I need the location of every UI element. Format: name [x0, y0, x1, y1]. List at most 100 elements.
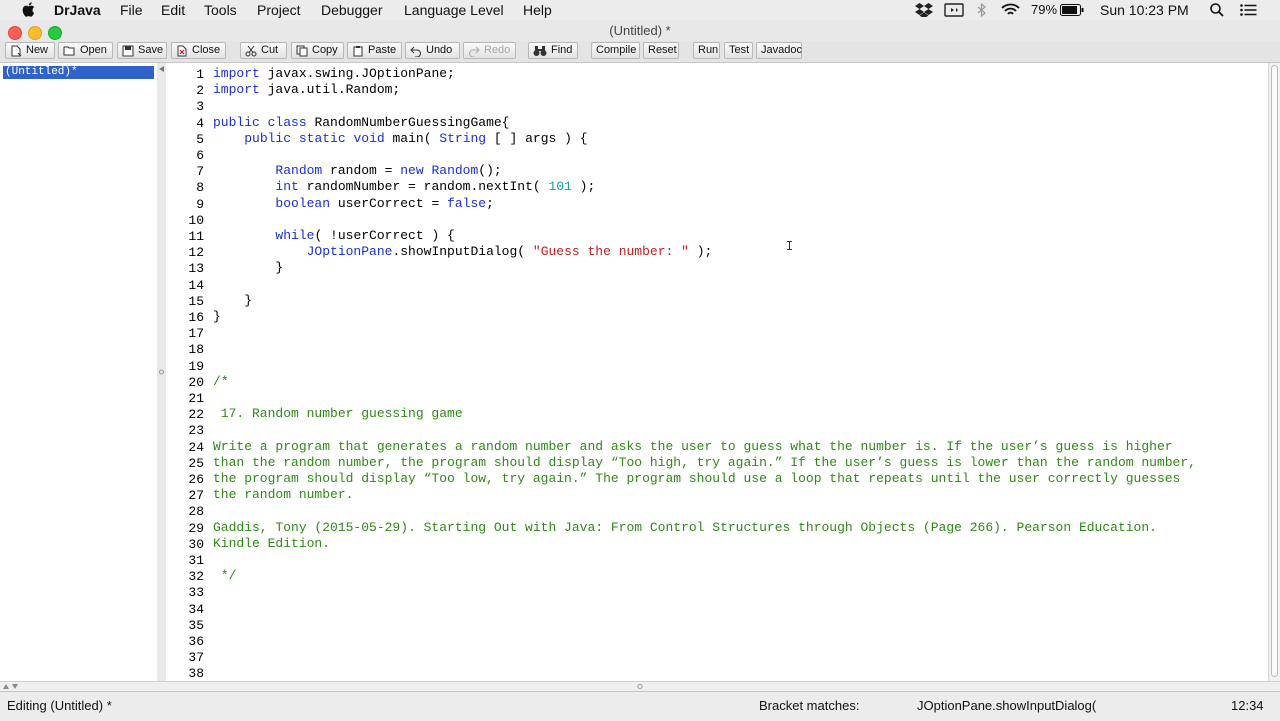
line-number: 33 — [188, 585, 204, 601]
code-line-20: /* — [213, 373, 229, 389]
cursor-position: 12:34 — [1231, 698, 1264, 713]
redo-button[interactable]: Redo — [463, 42, 516, 59]
vertical-scrollbar[interactable] — [1268, 63, 1280, 681]
apple-icon[interactable] — [22, 2, 35, 17]
window-title: (Untitled) * — [609, 23, 671, 38]
line-number: 22 — [188, 407, 204, 423]
code-token: Random — [275, 163, 323, 179]
code-token: String — [439, 130, 487, 146]
text-cursor-ibeam-icon — [787, 241, 792, 250]
code-line-27: the random number. — [213, 487, 354, 503]
line-number: 28 — [188, 504, 204, 520]
undo-button[interactable]: Undo — [405, 42, 460, 59]
compile-button[interactable]: Compile — [591, 42, 640, 59]
test-button[interactable]: Test — [724, 42, 753, 59]
wifi-icon[interactable] — [1001, 3, 1020, 17]
code-token: import — [213, 82, 260, 98]
line-number: 25 — [188, 455, 204, 471]
code-token: main( — [384, 130, 440, 146]
redo-button-label: Redo — [484, 44, 511, 56]
menu-tools[interactable]: Tools — [204, 2, 237, 18]
document-item-untitled[interactable]: (Untitled)* — [3, 66, 154, 79]
find-button[interactable]: Find — [528, 42, 578, 59]
code-line-11: while( !userCorrect ) { — [213, 228, 454, 244]
copy-icon — [296, 45, 308, 56]
screen-share-icon[interactable] — [944, 3, 964, 17]
vertical-scrollbar-thumb[interactable] — [1271, 65, 1278, 677]
splitter-grip-icon — [159, 369, 164, 375]
code-editor[interactable]: 1 2 3 4 5 6 7 8 9 10 11 12 13 14 15 16 17 18 19 20 21 22 23 24 2… — [166, 63, 1268, 681]
line-number: 35 — [188, 617, 204, 633]
code-token: JOptionPane — [306, 244, 393, 260]
menu-project[interactable]: Project — [257, 2, 301, 18]
code-token: [ ] args ) { — [486, 130, 588, 146]
cut-button[interactable]: Cut — [240, 42, 287, 59]
code-line-2: import java.util.Random; — [213, 82, 400, 98]
notification-center-icon[interactable] — [1240, 4, 1257, 16]
collapse-left-arrow-icon[interactable] — [159, 66, 164, 72]
code-token: .showInputDialog( — [392, 244, 533, 260]
bracket-matches-label: Bracket matches: — [759, 698, 860, 713]
sidebar-splitter[interactable] — [157, 63, 166, 681]
line-number: 23 — [188, 423, 204, 439]
code-token: userCorrect = — [330, 195, 448, 211]
run-button[interactable]: Run — [693, 42, 720, 59]
undo-button-label: Undo — [426, 44, 453, 56]
menu-file[interactable]: File — [120, 2, 143, 18]
code-token: boolean — [275, 195, 331, 211]
app-menu-drjava[interactable]: DrJava — [54, 2, 101, 18]
line-number: 12 — [188, 245, 204, 261]
battery-percent: 79% — [1031, 2, 1058, 17]
code-line-13: } — [213, 260, 284, 276]
new-file-icon — [11, 45, 22, 56]
menu-debugger[interactable]: Debugger — [321, 2, 383, 18]
close-file-button[interactable]: Close — [171, 42, 226, 59]
menu-language-level[interactable]: Language Level — [404, 2, 504, 18]
save-button-label: Save — [138, 44, 164, 56]
reset-button[interactable]: Reset — [643, 42, 679, 59]
code-line-9: boolean userCorrect = false; — [213, 195, 493, 212]
line-number: 11 — [188, 229, 204, 244]
redo-icon — [469, 46, 480, 57]
menu-help[interactable]: Help — [523, 2, 552, 18]
code-token: ); — [688, 244, 713, 260]
code-line-32: */ — [213, 568, 237, 584]
code-token: random = — [322, 163, 401, 179]
expand-arrows-icon[interactable] — [3, 683, 19, 690]
copy-button[interactable]: Copy — [291, 42, 344, 59]
paste-button-label: Paste — [368, 44, 397, 56]
menu-edit[interactable]: Edit — [161, 2, 185, 18]
code-token: ); — [571, 179, 596, 195]
spotlight-search-icon[interactable] — [1210, 3, 1224, 17]
code-token: public — [244, 130, 292, 146]
battery-icon[interactable] — [1060, 4, 1084, 16]
run-button-label: Run — [698, 44, 719, 56]
save-button[interactable]: Save — [117, 42, 167, 59]
clipboard-icon — [353, 45, 363, 56]
line-number: 32 — [188, 569, 204, 585]
code-token: java.util.Random; — [259, 82, 401, 98]
bluetooth-icon[interactable] — [977, 3, 986, 17]
menubar-clock[interactable]: Sun 10:23 PM — [1100, 2, 1189, 18]
line-number: 17 — [188, 326, 204, 342]
code-token: 101 — [548, 179, 572, 195]
line-number: 34 — [188, 601, 204, 617]
line-number: 27 — [188, 488, 204, 504]
code-line-7: Random random = new Random(); — [213, 163, 501, 179]
code-line-24: Write a program that generates a random … — [213, 438, 1173, 454]
undo-icon — [410, 46, 421, 57]
new-button[interactable]: New — [5, 42, 55, 59]
line-number: 15 — [188, 293, 204, 309]
open-button[interactable]: Open — [58, 42, 113, 59]
line-number: 13 — [188, 261, 204, 277]
javadoc-button[interactable]: Javadoc — [756, 42, 802, 59]
paste-button[interactable]: Paste — [347, 42, 402, 59]
line-number: 21 — [188, 391, 204, 406]
dropbox-icon[interactable] — [915, 3, 933, 17]
code-token: false — [447, 195, 487, 211]
